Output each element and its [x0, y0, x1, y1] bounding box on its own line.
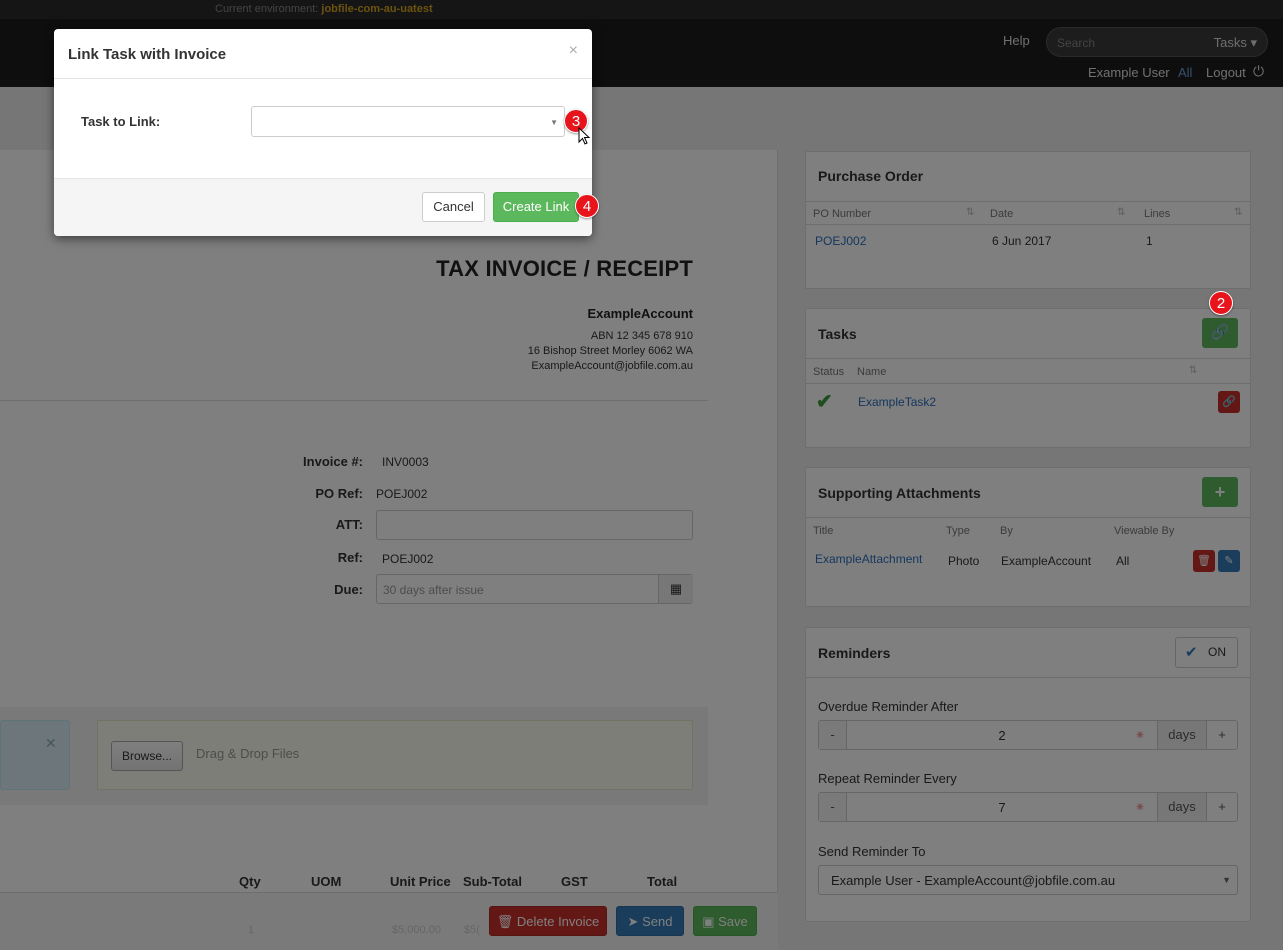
cursor-icon [578, 127, 591, 145]
modal-divider [54, 178, 592, 179]
cancel-button[interactable]: Cancel [422, 192, 485, 222]
task-to-link-select[interactable]: ▼ [251, 106, 565, 137]
create-link-button[interactable]: Create Link [493, 192, 579, 222]
link-task-modal: Link Task with Invoice × Task to Link: ▼… [54, 29, 592, 236]
task-to-link-label: Task to Link: [81, 114, 161, 129]
close-icon[interactable]: × [569, 42, 578, 60]
chevron-down-icon: ▼ [550, 118, 558, 127]
modal-divider [54, 78, 592, 79]
modal-title: Link Task with Invoice [68, 46, 227, 63]
step-badge-4: 4 [575, 194, 599, 218]
step-badge-2: 2 [1209, 291, 1233, 315]
